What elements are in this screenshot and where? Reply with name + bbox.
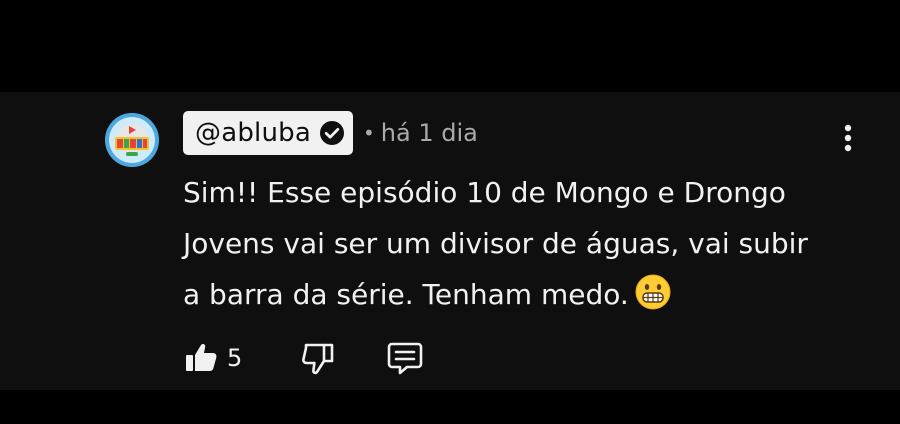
reply-button[interactable] xyxy=(386,340,424,376)
verified-check-icon xyxy=(319,121,344,145)
reply-comment-icon xyxy=(387,342,423,375)
thumbs-down-icon xyxy=(302,343,334,375)
comment-header: @abluba • há 1 dia xyxy=(183,111,478,155)
like-button[interactable]: 5 xyxy=(183,340,242,376)
kebab-menu-icon[interactable] xyxy=(836,123,860,155)
comment-body: Sim!! Esse episódio 10 de Mongo e Drongo… xyxy=(183,167,823,320)
like-count: 5 xyxy=(227,344,243,372)
author-chip[interactable]: @abluba xyxy=(183,111,353,155)
comment-actions: 5 xyxy=(183,340,424,376)
separator-dot: • xyxy=(362,121,375,145)
comment-text: Sim!! Esse episódio 10 de Mongo e Drongo… xyxy=(183,176,808,311)
thumbs-up-icon xyxy=(186,343,217,371)
dislike-button[interactable] xyxy=(300,340,336,376)
comment-thread: @abluba • há 1 dia Sim!! Esse episódio 1… xyxy=(0,92,900,390)
comment-timestamp[interactable]: há 1 dia xyxy=(381,119,478,147)
bottom-background xyxy=(0,390,900,424)
channel-logo-icon xyxy=(105,113,159,167)
top-background xyxy=(0,0,900,92)
grimacing-face-emoji-icon xyxy=(635,274,671,310)
author-name[interactable]: @abluba xyxy=(195,118,311,148)
avatar[interactable] xyxy=(105,113,159,167)
